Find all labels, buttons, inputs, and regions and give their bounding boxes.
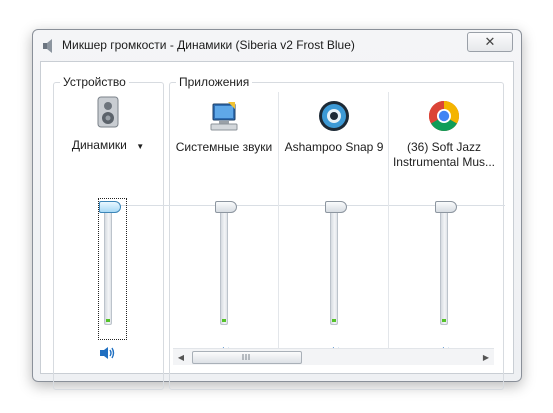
device-group-label: Устройство bbox=[60, 75, 129, 89]
system-sounds-volume-track[interactable] bbox=[220, 205, 228, 325]
scroll-left-button[interactable]: ◀ bbox=[173, 349, 189, 365]
speakers-device-icon bbox=[97, 96, 119, 128]
grip-icon bbox=[242, 354, 252, 360]
ashampoo-volume-thumb[interactable] bbox=[325, 201, 347, 213]
device-volume-track[interactable] bbox=[104, 205, 112, 325]
device-mute-speaker-icon[interactable] bbox=[99, 346, 115, 360]
applications-group-label: Приложения bbox=[176, 75, 253, 89]
chrome-volume-thumb[interactable] bbox=[435, 201, 457, 213]
focus-rectangle bbox=[98, 198, 127, 340]
volume-mixer-window: Микшер громкости - Динамики (Siberia v2 … bbox=[32, 29, 522, 390]
scroll-right-button[interactable]: ▶ bbox=[478, 349, 494, 365]
scrollbar-thumb[interactable] bbox=[192, 351, 302, 364]
system-sounds-icon bbox=[210, 102, 238, 131]
chrome-level-meter bbox=[442, 319, 446, 322]
speaker-title-icon bbox=[43, 39, 52, 53]
channel-name: (36) Soft Jazz Instrumental Mus... bbox=[392, 140, 496, 169]
horizontal-scrollbar[interactable]: ◀ ▶ bbox=[173, 348, 494, 365]
close-button[interactable]: ✕ bbox=[467, 32, 513, 52]
close-icon: ✕ bbox=[484, 34, 496, 49]
channel-name: Системные звуки bbox=[175, 140, 273, 154]
device-volume-thumb[interactable] bbox=[99, 201, 121, 213]
mixer-client-area: Устройство Приложения Динамики ▼ Системн… bbox=[40, 61, 514, 390]
chevron-down-icon: ▼ bbox=[136, 142, 145, 151]
ashampoo-volume-track[interactable] bbox=[330, 205, 338, 325]
device-selector[interactable]: Динамики ▼ bbox=[53, 138, 163, 154]
arrow-right-icon: ▶ bbox=[482, 352, 490, 362]
device-level-meter bbox=[106, 319, 110, 322]
window-title: Микшер громкости - Динамики (Siberia v2 … bbox=[62, 38, 355, 52]
channel-name: Ashampoo Snap 9 bbox=[284, 140, 384, 154]
device-name: Динамики bbox=[71, 138, 127, 152]
chrome-volume-track[interactable] bbox=[440, 205, 448, 325]
chrome-icon bbox=[428, 101, 460, 132]
title-bar[interactable]: Микшер громкости - Динамики (Siberia v2 … bbox=[33, 30, 521, 60]
ashampoo-level-meter bbox=[332, 319, 336, 322]
arrow-left-icon: ◀ bbox=[177, 352, 185, 362]
system-sounds-level-meter bbox=[222, 319, 226, 322]
ashampoo-snap-icon bbox=[319, 101, 349, 131]
system-sounds-volume-thumb[interactable] bbox=[215, 201, 237, 213]
